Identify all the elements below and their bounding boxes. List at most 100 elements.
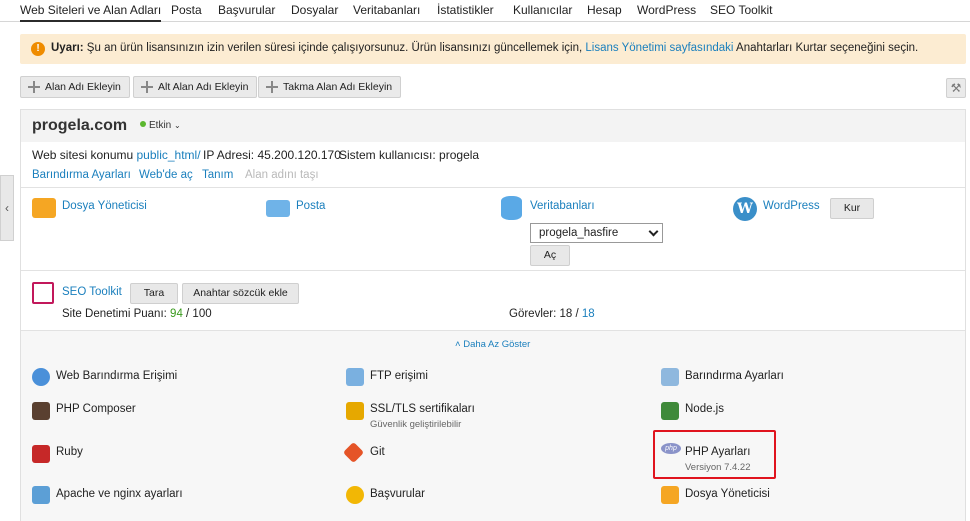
add-subdomain-label: Alt Alan Adı Ekleyin bbox=[158, 81, 249, 93]
score-label: Site Denetimi Puanı: bbox=[62, 308, 167, 320]
domain-name: progela.com bbox=[32, 117, 128, 134]
tab-databases[interactable]: Veritabanları bbox=[353, 3, 420, 17]
ftp-access-link[interactable]: FTP erişimi bbox=[370, 370, 428, 382]
ruby-link[interactable]: Ruby bbox=[56, 446, 83, 458]
seo-toolkit-link[interactable]: SEO Toolkit bbox=[62, 286, 122, 298]
ruby-icon bbox=[32, 445, 50, 463]
git-link[interactable]: Git bbox=[370, 446, 385, 458]
add-subdomain-button[interactable]: Alt Alan Adı Ekleyin bbox=[133, 76, 258, 98]
folder-icon bbox=[32, 198, 56, 218]
top-navigation: Web Siteleri ve Alan Adları Posta Başvur… bbox=[0, 0, 970, 22]
tab-websites-domains[interactable]: Web Siteleri ve Alan Adları bbox=[20, 3, 162, 22]
apache-nginx-icon bbox=[32, 486, 50, 504]
license-warning: ! Uyarı: Şu an ürün lisansınızın izin ve… bbox=[20, 34, 966, 64]
site-audit-score: Site Denetimi Puanı: 94 / 100 bbox=[62, 308, 212, 320]
tasks-info: Görevler: 18 / 18 bbox=[509, 308, 595, 320]
wordpress-icon: W bbox=[733, 197, 757, 221]
ip-value: 45.200.120.170 bbox=[257, 148, 341, 162]
tab-files[interactable]: Dosyalar bbox=[291, 3, 338, 17]
divider bbox=[21, 270, 965, 271]
apache-nginx-link[interactable]: Apache ve nginx ayarları bbox=[56, 488, 183, 500]
warning-suffix: Anahtarları Kurtar seçeneğini seçin. bbox=[733, 42, 919, 54]
license-management-link[interactable]: Lisans Yönetimi sayfasındaki bbox=[585, 42, 733, 54]
description-link[interactable]: Tanım bbox=[202, 169, 233, 181]
show-less-label: Daha Az Göster bbox=[463, 339, 531, 350]
php-settings-highlight bbox=[653, 430, 776, 479]
database-select[interactable]: progela_hasfire bbox=[530, 223, 663, 243]
file-manager-tool-link[interactable]: Dosya Yöneticisi bbox=[685, 488, 770, 500]
system-user-info: Sistem kullanıcısı: progela bbox=[339, 148, 479, 162]
php-composer-icon bbox=[32, 402, 50, 420]
web-hosting-access-link[interactable]: Web Barındırma Erişimi bbox=[56, 370, 177, 382]
divider bbox=[21, 330, 965, 331]
gear-icon bbox=[346, 486, 364, 504]
status-label: Etkin bbox=[149, 120, 172, 131]
hosting-settings-link[interactable]: Barındırma Ayarları bbox=[32, 169, 131, 181]
warning-prefix: Uyarı: bbox=[51, 42, 84, 54]
database-icon bbox=[501, 196, 522, 220]
tab-seo-toolkit[interactable]: SEO Toolkit bbox=[710, 3, 772, 17]
tasks-link[interactable]: 18 bbox=[582, 308, 595, 320]
web-hosting-access-icon bbox=[32, 368, 50, 386]
ssl-tls-link[interactable]: SSL/TLS sertifikaları bbox=[370, 403, 475, 415]
open-in-web-link[interactable]: Web'de aç bbox=[139, 169, 193, 181]
applications-link[interactable]: Başvurular bbox=[370, 488, 425, 500]
add-domain-label: Alan Adı Ekleyin bbox=[45, 81, 121, 93]
tab-statistics[interactable]: İstatistikler bbox=[437, 3, 494, 17]
wordpress-link[interactable]: WordPress bbox=[763, 200, 820, 212]
score-total: / 100 bbox=[182, 308, 212, 320]
system-user-label: Sistem kullanıcısı: bbox=[339, 148, 436, 162]
hosting-settings-tool-link[interactable]: Barındırma Ayarları bbox=[685, 370, 784, 382]
add-alias-button[interactable]: Takma Alan Adı Ekleyin bbox=[258, 76, 402, 98]
location-link[interactable]: public_html/ bbox=[137, 148, 201, 162]
ssl-subtitle: Güvenlik geliştirilebilir bbox=[370, 419, 462, 430]
lock-icon bbox=[346, 402, 364, 420]
system-user-value: progela bbox=[439, 148, 480, 162]
plus-icon bbox=[28, 81, 40, 93]
divider bbox=[21, 187, 965, 188]
location-label: Web sitesi konumu bbox=[32, 148, 134, 162]
chevron-up-icon: ˄ bbox=[455, 339, 461, 350]
add-alias-label: Takma Alan Adı Ekleyin bbox=[283, 81, 393, 93]
warning-body: Şu an ürün lisansınızın izin verilen sür… bbox=[83, 42, 586, 54]
hosting-settings-icon bbox=[661, 368, 679, 386]
tab-mail[interactable]: Posta bbox=[171, 3, 202, 17]
tab-applications[interactable]: Başvurular bbox=[218, 3, 275, 17]
scan-button[interactable]: Tara bbox=[130, 283, 178, 304]
chevron-down-icon: ⌄ bbox=[174, 121, 181, 130]
tab-users[interactable]: Kullanıcılar bbox=[513, 3, 572, 17]
mail-icon bbox=[266, 200, 290, 217]
chevron-down-icon bbox=[648, 226, 659, 237]
mail-link[interactable]: Posta bbox=[296, 200, 325, 212]
move-domain-link: Alan adını taşı bbox=[245, 169, 319, 181]
ip-label: IP Adresi: bbox=[203, 148, 255, 162]
warning-icon: ! bbox=[31, 42, 45, 56]
file-manager-link[interactable]: Dosya Yöneticisi bbox=[62, 200, 147, 212]
settings-wrench-button[interactable]: ⚒ bbox=[946, 78, 966, 98]
warning-text: Uyarı: Şu an ürün lisansınızın izin veri… bbox=[51, 42, 918, 54]
plus-icon bbox=[141, 81, 153, 93]
ftp-access-icon bbox=[346, 368, 364, 386]
nodejs-link[interactable]: Node.js bbox=[685, 403, 724, 415]
score-value: 94 bbox=[170, 308, 183, 320]
tasks-label: Görevler: bbox=[509, 308, 557, 320]
php-composer-link[interactable]: PHP Composer bbox=[56, 403, 136, 415]
seo-chart-icon bbox=[32, 282, 54, 304]
install-wordpress-button[interactable]: Kur bbox=[830, 198, 874, 219]
folder-icon bbox=[661, 486, 679, 504]
tasks-value: 18 / bbox=[559, 308, 579, 320]
show-less-link[interactable]: ˄ Daha Az Göster bbox=[455, 339, 530, 350]
collapse-sidebar-handle[interactable]: ‹ bbox=[0, 175, 14, 241]
add-keyword-button[interactable]: Anahtar sözcük ekle bbox=[182, 283, 299, 304]
databases-link[interactable]: Veritabanları bbox=[530, 200, 595, 212]
status-dot-icon bbox=[140, 121, 146, 127]
database-select-value: progela_hasfire bbox=[539, 227, 619, 239]
tab-account[interactable]: Hesap bbox=[587, 3, 622, 17]
tab-wordpress[interactable]: WordPress bbox=[637, 3, 696, 17]
open-database-button[interactable]: Aç bbox=[530, 245, 570, 266]
plus-icon bbox=[266, 81, 278, 93]
wrench-icon: ⚒ bbox=[950, 81, 962, 95]
domain-status[interactable]: Etkin ⌄ bbox=[140, 120, 181, 131]
add-domain-button[interactable]: Alan Adı Ekleyin bbox=[20, 76, 130, 98]
location-info: Web sitesi konumu public_html/ bbox=[32, 148, 201, 162]
